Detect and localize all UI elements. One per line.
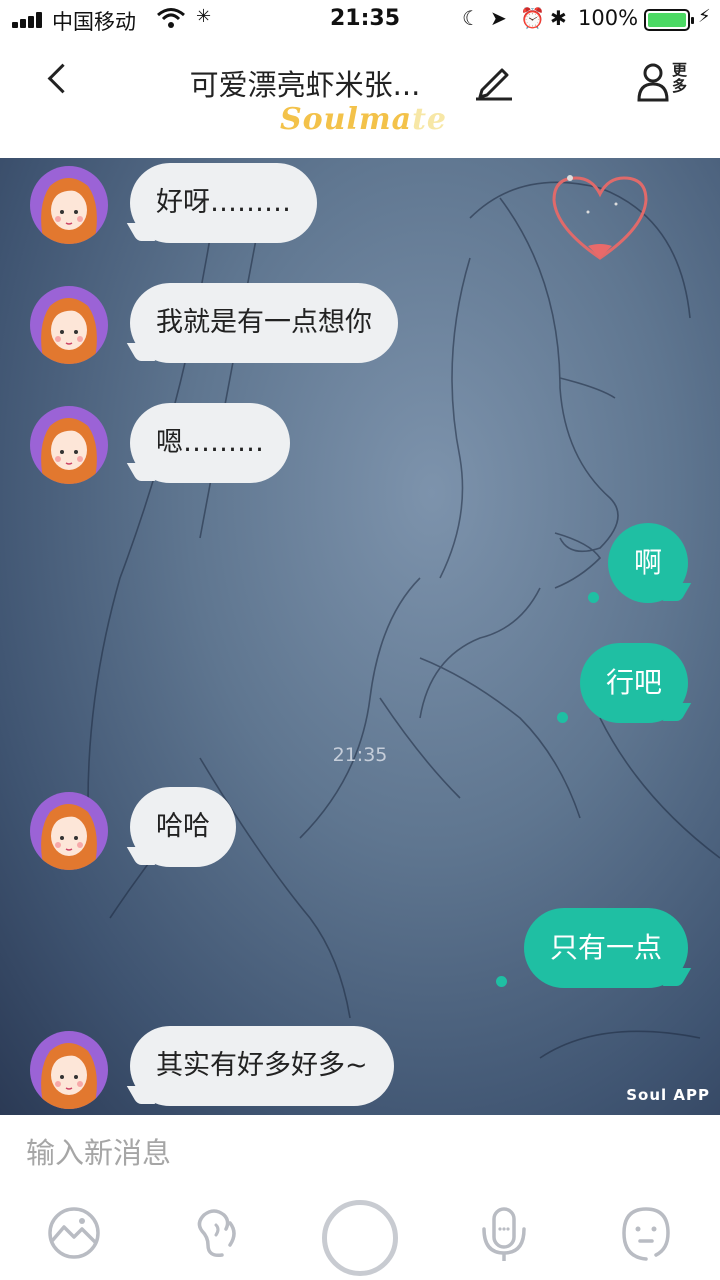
mic-icon[interactable] bbox=[474, 1203, 534, 1263]
message-bubble-incoming[interactable]: 我就是有一点想你 bbox=[130, 283, 398, 363]
read-dot bbox=[588, 592, 599, 603]
soulmate-logo: Soulmate bbox=[280, 102, 448, 137]
signal-icon bbox=[12, 12, 46, 28]
battery-percent: 100% bbox=[578, 6, 639, 30]
more-label: 更多 bbox=[672, 61, 688, 95]
chat-area[interactable]: 好呀……… 我就是有一点想你 嗯……… 啊 行吧 21:35 哈哈 只有一点 其… bbox=[0, 158, 720, 1115]
wifi-icon bbox=[156, 6, 186, 35]
read-dot bbox=[557, 712, 568, 723]
avatar[interactable] bbox=[30, 792, 108, 870]
message-bubble-incoming[interactable]: 嗯……… bbox=[130, 403, 290, 483]
location-icon: ➤ bbox=[490, 6, 507, 30]
user-icon bbox=[637, 63, 669, 102]
status-time: 21:35 bbox=[330, 6, 401, 31]
message-bubble-incoming[interactable]: 哈哈 bbox=[130, 787, 236, 867]
message-input[interactable] bbox=[26, 1133, 686, 1173]
nav-bar: 可爱漂亮虾米张... Soulmate 更多 bbox=[0, 40, 720, 158]
heart-icon[interactable] bbox=[548, 172, 652, 262]
moon-icon: ☾ bbox=[462, 6, 480, 30]
input-area bbox=[0, 1115, 720, 1280]
battery-icon bbox=[644, 9, 694, 31]
soul-app-watermark: Soul APP bbox=[626, 1086, 710, 1104]
image-icon[interactable] bbox=[44, 1203, 104, 1263]
message-bubble-incoming[interactable]: 其实有好多好多~ bbox=[130, 1026, 394, 1106]
loading-icon: ✳ bbox=[196, 6, 212, 27]
record-button[interactable] bbox=[322, 1200, 398, 1276]
message-bubble-outgoing[interactable]: 啊 bbox=[607, 523, 688, 603]
bluetooth-icon: ✱ bbox=[550, 6, 567, 30]
message-bubble-incoming[interactable]: 好呀……… bbox=[130, 163, 317, 243]
status-bar: 中国移动 ✳ 21:35 ☾ ➤ ⏰ ✱ 100% ⚡ bbox=[0, 0, 720, 40]
avatar[interactable] bbox=[30, 406, 108, 484]
avatar[interactable] bbox=[30, 1031, 108, 1109]
read-dot bbox=[496, 976, 507, 987]
chat-timestamp: 21:35 bbox=[332, 744, 388, 766]
avatar[interactable] bbox=[30, 286, 108, 364]
avatar[interactable] bbox=[30, 166, 108, 244]
charging-icon: ⚡ bbox=[698, 6, 711, 27]
chat-title[interactable]: 可爱漂亮虾米张... bbox=[150, 62, 460, 104]
message-bubble-outgoing[interactable]: 只有一点 bbox=[523, 908, 688, 988]
emoji-icon[interactable] bbox=[616, 1203, 676, 1263]
more-button[interactable]: 更多 bbox=[636, 60, 700, 110]
message-bubble-outgoing[interactable]: 行吧 bbox=[579, 643, 688, 723]
back-button[interactable] bbox=[38, 58, 82, 102]
edit-icon[interactable] bbox=[472, 62, 516, 102]
alarm-icon: ⏰ bbox=[520, 6, 545, 30]
carrier-label: 中国移动 bbox=[52, 10, 136, 34]
voice-icon[interactable] bbox=[186, 1203, 246, 1263]
